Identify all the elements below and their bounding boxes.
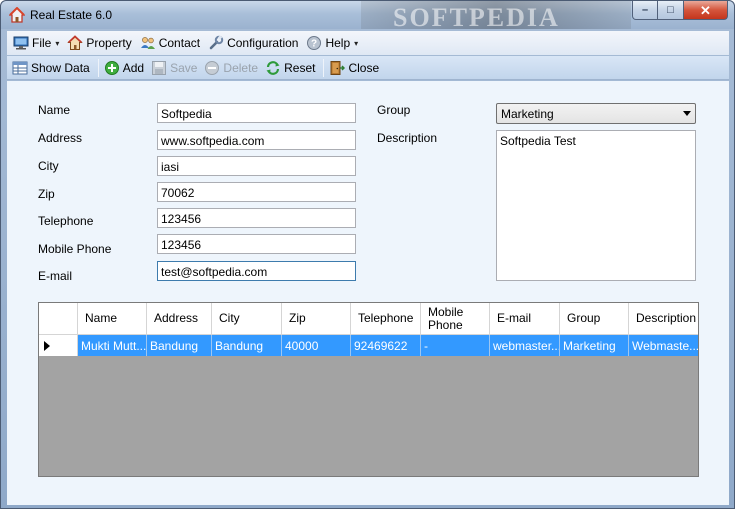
- column-header-email[interactable]: E-mail: [490, 303, 560, 335]
- zip-label: Zip: [38, 187, 55, 201]
- window-title: Real Estate 6.0: [30, 8, 113, 22]
- chevron-down-icon: ▾: [55, 38, 60, 48]
- column-header-description[interactable]: Description: [629, 303, 698, 335]
- cell-mobile-phone[interactable]: -: [421, 335, 490, 356]
- contacts-icon: [140, 37, 155, 49]
- cell-group[interactable]: Marketing: [560, 335, 629, 356]
- column-header-address[interactable]: Address: [147, 303, 212, 335]
- caption-buttons: – □ ✕: [632, 1, 728, 20]
- telephone-label: Telephone: [38, 214, 94, 228]
- close-icon: ✕: [700, 2, 711, 18]
- menu-file-label: File: [32, 36, 52, 50]
- menu-help[interactable]: ? Help ▾: [304, 32, 362, 54]
- current-row-pointer-icon: [44, 341, 50, 351]
- reset-label: Reset: [284, 60, 316, 75]
- menu-property[interactable]: Property: [65, 32, 135, 54]
- column-header-name[interactable]: Name: [78, 303, 147, 335]
- address-label: Address: [38, 131, 83, 145]
- menu-contact[interactable]: Contact: [138, 32, 204, 54]
- menu-file[interactable]: File ▾: [11, 32, 63, 54]
- telephone-field[interactable]: 123456: [157, 208, 356, 228]
- maximize-button[interactable]: □: [658, 1, 684, 20]
- svg-text:?: ?: [311, 39, 317, 50]
- help-icon: ?: [307, 36, 322, 50]
- group-label: Group: [377, 103, 411, 117]
- toolbar-separator: [323, 58, 325, 77]
- delete-button[interactable]: Delete: [202, 57, 263, 79]
- watermark-text: SOFTPEDIA: [393, 3, 560, 29]
- column-header-zip[interactable]: Zip: [282, 303, 351, 335]
- email-field[interactable]: test@softpedia.com: [157, 261, 356, 281]
- delete-label: Delete: [223, 60, 259, 75]
- show-data-label: Show Data: [31, 60, 90, 75]
- email-label: E-mail: [38, 269, 73, 283]
- save-button[interactable]: Save: [149, 57, 202, 79]
- maximize-icon: □: [667, 3, 674, 16]
- app-window: SOFTPEDIA Real Estate 6.0 – □ ✕ File ▾ P…: [0, 0, 735, 509]
- menu-property-label: Property: [86, 36, 132, 50]
- name-field[interactable]: Softpedia: [157, 103, 356, 123]
- add-button[interactable]: Add: [102, 57, 149, 79]
- close-button[interactable]: Close: [327, 57, 384, 79]
- city-field[interactable]: iasi: [157, 156, 356, 176]
- close-label: Close: [348, 60, 380, 75]
- close-window-button[interactable]: ✕: [684, 1, 728, 20]
- house-icon: [67, 35, 84, 50]
- add-label: Add: [122, 60, 145, 75]
- mobile-phone-field[interactable]: 123456: [157, 234, 356, 254]
- exit-door-icon: [330, 60, 346, 75]
- minimize-icon: –: [641, 3, 649, 16]
- menu-contact-label: Contact: [158, 36, 201, 50]
- delete-icon: [205, 60, 220, 75]
- monitor-icon: [13, 36, 29, 50]
- refresh-icon: [266, 60, 280, 75]
- cell-zip[interactable]: 40000: [282, 335, 351, 356]
- address-field[interactable]: www.softpedia.com: [157, 130, 356, 150]
- table-row[interactable]: Mukti Mutt... Bandung Bandung 40000 9246…: [39, 335, 698, 356]
- group-select[interactable]: Marketing: [496, 103, 696, 124]
- contacts-grid[interactable]: Name Address City Zip Telephone Mobile P…: [38, 302, 699, 477]
- dropdown-arrow-icon[interactable]: [683, 111, 691, 116]
- show-data-button[interactable]: Show Data: [10, 57, 95, 79]
- zip-field[interactable]: 70062: [157, 182, 356, 202]
- cell-name[interactable]: Mukti Mutt...: [78, 335, 147, 356]
- wrench-icon: [209, 35, 224, 50]
- description-textarea[interactable]: Softpedia Test: [496, 130, 696, 281]
- menu-bar: File ▾ Property Contact Configuration ? …: [7, 31, 729, 55]
- title-bar[interactable]: SOFTPEDIA Real Estate 6.0 – □ ✕: [1, 1, 734, 29]
- mobile-phone-label: Mobile Phone: [38, 242, 112, 256]
- menu-configuration-label: Configuration: [227, 36, 299, 50]
- cell-city[interactable]: Bandung: [212, 335, 282, 356]
- contact-form-panel: Name Softpedia Address www.softpedia.com…: [7, 81, 729, 505]
- house-app-icon: [9, 7, 25, 23]
- cell-description[interactable]: Webmaste...: [629, 335, 698, 356]
- name-label: Name: [38, 103, 71, 117]
- toolbar: Show Data Add Save Delete Reset Close: [7, 56, 729, 80]
- group-select-value: Marketing: [501, 107, 554, 121]
- column-header-telephone[interactable]: Telephone: [351, 303, 421, 335]
- grid-corner-cell[interactable]: [39, 303, 78, 335]
- menu-help-label: Help: [325, 36, 351, 50]
- cell-telephone[interactable]: 92469622: [351, 335, 421, 356]
- toolbar-separator: [97, 58, 99, 77]
- cell-email[interactable]: webmaster...: [490, 335, 560, 356]
- save-icon: [152, 60, 167, 75]
- add-icon: [104, 60, 119, 75]
- chevron-down-icon: ▾: [354, 38, 359, 48]
- save-label: Save: [170, 60, 198, 75]
- cell-address[interactable]: Bandung: [147, 335, 212, 356]
- city-label: City: [38, 159, 59, 173]
- description-label: Description: [377, 131, 438, 145]
- grid-header-row: Name Address City Zip Telephone Mobile P…: [39, 303, 698, 335]
- reset-button[interactable]: Reset: [263, 57, 320, 79]
- table-icon: [12, 61, 28, 74]
- column-header-group[interactable]: Group: [560, 303, 629, 335]
- menu-configuration[interactable]: Configuration: [206, 32, 302, 54]
- column-header-city[interactable]: City: [212, 303, 282, 335]
- row-header[interactable]: [39, 335, 78, 356]
- column-header-mobile-phone[interactable]: Mobile Phone: [421, 303, 490, 335]
- minimize-button[interactable]: –: [632, 1, 658, 20]
